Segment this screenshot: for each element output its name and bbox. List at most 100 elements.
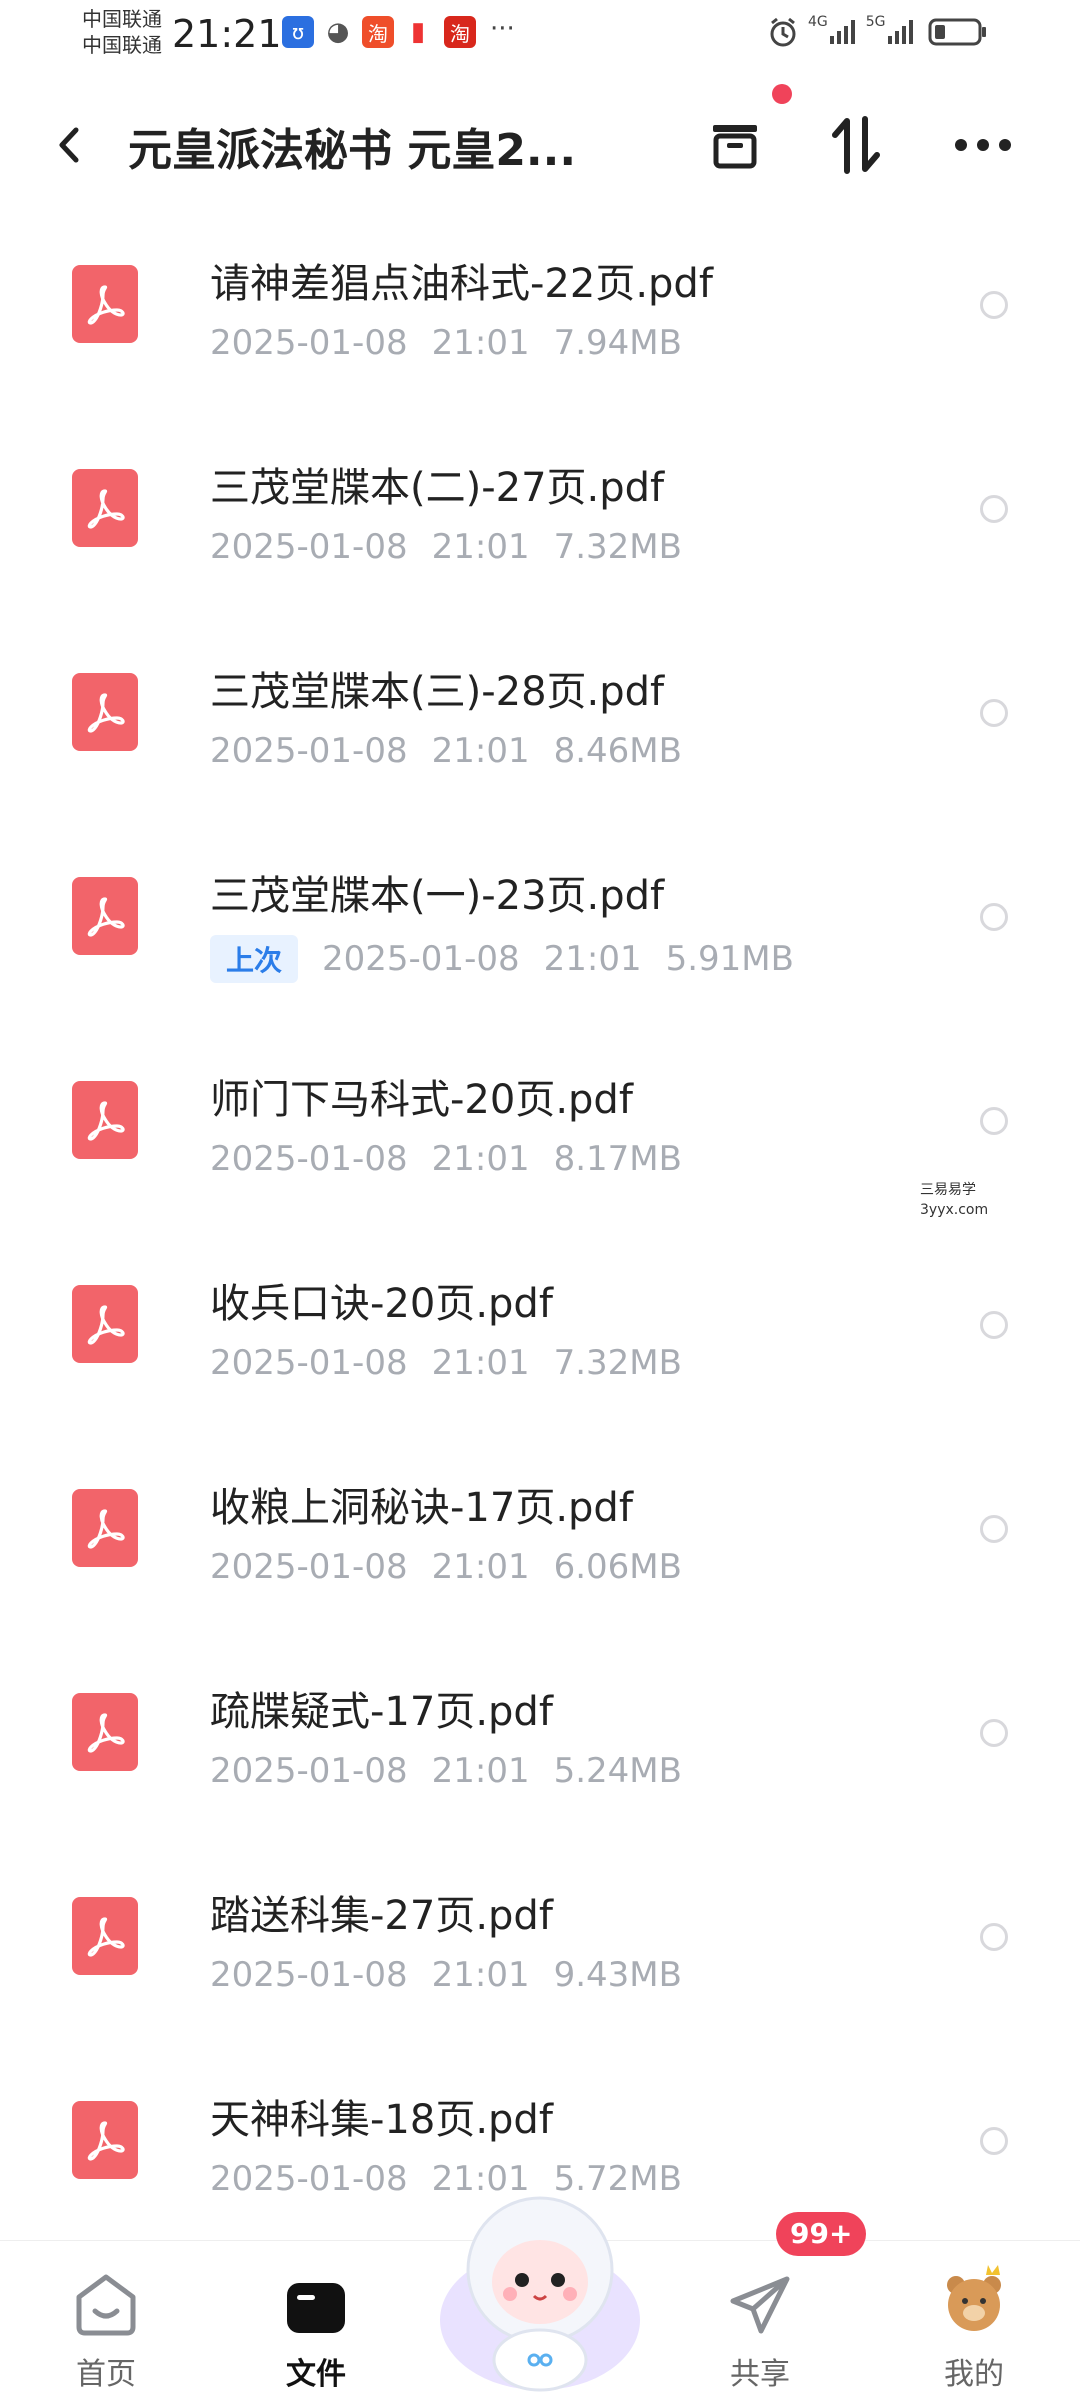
file-date: 2025-01-08 [210,731,408,771]
alarm-icon [770,17,796,47]
select-radio[interactable] [980,1107,1008,1135]
paper-plane-icon [730,2276,790,2334]
file-row[interactable]: 踏送科集-27页.pdf 2025-01-08 21:01 9.43MB [0,1837,1080,2041]
select-radio[interactable] [980,291,1008,319]
select-radio[interactable] [980,699,1008,727]
file-row[interactable]: 请神差猖点油科式-22页.pdf 2025-01-08 21:01 7.94MB [0,205,1080,409]
nav-share-label: 共享 [730,2357,790,2392]
signal-icon-2 [887,20,913,44]
archive-button[interactable] [700,110,770,180]
file-meta: 2025-01-08 21:01 8.46MB [210,731,706,771]
watermark-line-1: 三易易学 [920,1182,976,1198]
file-meta: 2025-01-08 21:01 8.17MB [210,1139,706,1179]
file-time: 21:01 [543,939,642,979]
file-name: 疏牒疑式-17页.pdf [210,1689,553,1735]
file-date: 2025-01-08 [322,939,520,979]
file-size: 9.43MB [553,1955,682,1995]
file-row[interactable]: 收兵口诀-20页.pdf 2025-01-08 21:01 7.32MB [0,1225,1080,1429]
pdf-file-icon [72,1693,138,1771]
nav-mine[interactable]: 我的 [904,2261,1044,2392]
file-name: 三茂堂牒本(二)-27页.pdf [210,465,665,511]
file-row[interactable]: 三茂堂牒本(二)-27页.pdf 2025-01-08 21:01 7.32MB [0,409,1080,613]
file-name: 三茂堂牒本(一)-23页.pdf [210,873,665,919]
share-count-badge: 99+ [776,2212,867,2256]
bear-avatar-icon [947,2265,1001,2331]
back-button[interactable] [50,120,90,170]
carrier-labels: 中国联通 中国联通 [82,6,162,58]
page-title: 元皇派法秘书 元皇2... [128,125,577,176]
file-size: 6.06MB [553,1547,682,1587]
select-radio[interactable] [980,903,1008,931]
select-radio[interactable] [980,1515,1008,1543]
pdf-file-icon [72,1285,138,1363]
watermark: 三易易学 3yyx.com [920,1180,988,1220]
book-icon: ▮ [410,17,426,47]
file-size: 5.91MB [665,939,794,979]
file-time: 21:01 [431,323,530,363]
file-row[interactable]: 疏牒疑式-17页.pdf 2025-01-08 21:01 5.24MB [0,1633,1080,1837]
pdf-file-icon [72,673,138,751]
nav-files-label: 文件 [286,2357,346,2392]
app-notification-icon: ʊ [282,16,314,48]
file-size: 8.17MB [553,1139,682,1179]
select-radio[interactable] [980,1923,1008,1951]
folder-icon [287,2283,345,2333]
file-meta: 2025-01-08 21:01 9.43MB [210,1955,706,1995]
archive-icon [713,125,757,169]
file-time: 21:01 [431,1955,530,1995]
file-row[interactable]: 师门下马科式-20页.pdf 2025-01-08 21:01 8.17MB [0,1021,1080,1225]
status-bar: 中国联通 中国联通 21:21 ʊ ◕ 淘 ▮ 淘 ··· 4G 5G [0,0,1080,70]
nav-share[interactable]: 共享 [690,2261,830,2392]
top-bar: 元皇派法秘书 元皇2... [0,100,1080,190]
file-date: 2025-01-08 [210,1547,408,1587]
file-size: 7.94MB [553,323,682,363]
file-date: 2025-01-08 [210,323,408,363]
sort-icon [832,116,880,174]
file-date: 2025-01-08 [210,527,408,567]
nav-mine-label: 我的 [944,2357,1004,2392]
file-meta: 2025-01-08 21:01 6.06MB [210,1547,706,1587]
select-radio[interactable] [980,2127,1008,2155]
file-row[interactable]: 三茂堂牒本(一)-23页.pdf 上次 2025-01-08 21:01 5.9… [0,817,1080,1021]
pdf-file-icon [72,2101,138,2179]
back-icon [59,127,79,163]
pdf-file-icon [72,265,138,343]
pdf-file-icon [72,469,138,547]
taobao-icon: 淘 [362,16,394,48]
wechat-icon: ◕ [326,17,350,47]
network-5g: 5G [865,14,886,30]
file-name: 天神科集-18页.pdf [210,2097,553,2143]
carrier-1: 中国联通 [82,7,162,31]
nav-home[interactable]: 首页 [36,2261,176,2392]
file-size: 5.24MB [553,1751,682,1791]
more-button[interactable] [948,110,1018,180]
watermark-line-2: 3yyx.com [920,1202,989,1218]
pdf-file-icon [72,877,138,955]
file-time: 21:01 [431,1343,530,1383]
carrier-2: 中国联通 [82,33,162,57]
select-radio[interactable] [980,495,1008,523]
last-opened-badge: 上次 [210,935,299,983]
file-name: 请神差猖点油科式-22页.pdf [210,261,713,307]
status-time: 21:21 [172,12,282,56]
select-radio[interactable] [980,1719,1008,1747]
file-date: 2025-01-08 [210,1139,408,1179]
status-right: 4G 5G [766,14,988,50]
pdf-file-icon [72,1897,138,1975]
taobao-sale-icon: 淘 [444,16,476,48]
ai-assistant-button[interactable] [430,2170,650,2400]
file-time: 21:01 [431,1139,530,1179]
file-row[interactable]: 三茂堂牒本(三)-28页.pdf 2025-01-08 21:01 8.46MB [0,613,1080,817]
more-notifications: ··· [490,14,515,44]
home-icon [76,2274,136,2336]
file-meta: 2025-01-08 21:01 7.32MB [210,527,706,567]
battery-icon [928,18,986,46]
file-date: 2025-01-08 [210,2159,408,2199]
file-row[interactable]: 收粮上洞秘诀-17页.pdf 2025-01-08 21:01 6.06MB [0,1429,1080,1633]
select-radio[interactable] [980,1311,1008,1339]
nav-files[interactable]: 文件 [246,2261,386,2392]
file-meta: 2025-01-08 21:01 7.32MB [210,1343,706,1383]
file-date: 2025-01-08 [210,1751,408,1791]
sort-button[interactable] [822,110,892,180]
notification-dot [772,84,792,104]
